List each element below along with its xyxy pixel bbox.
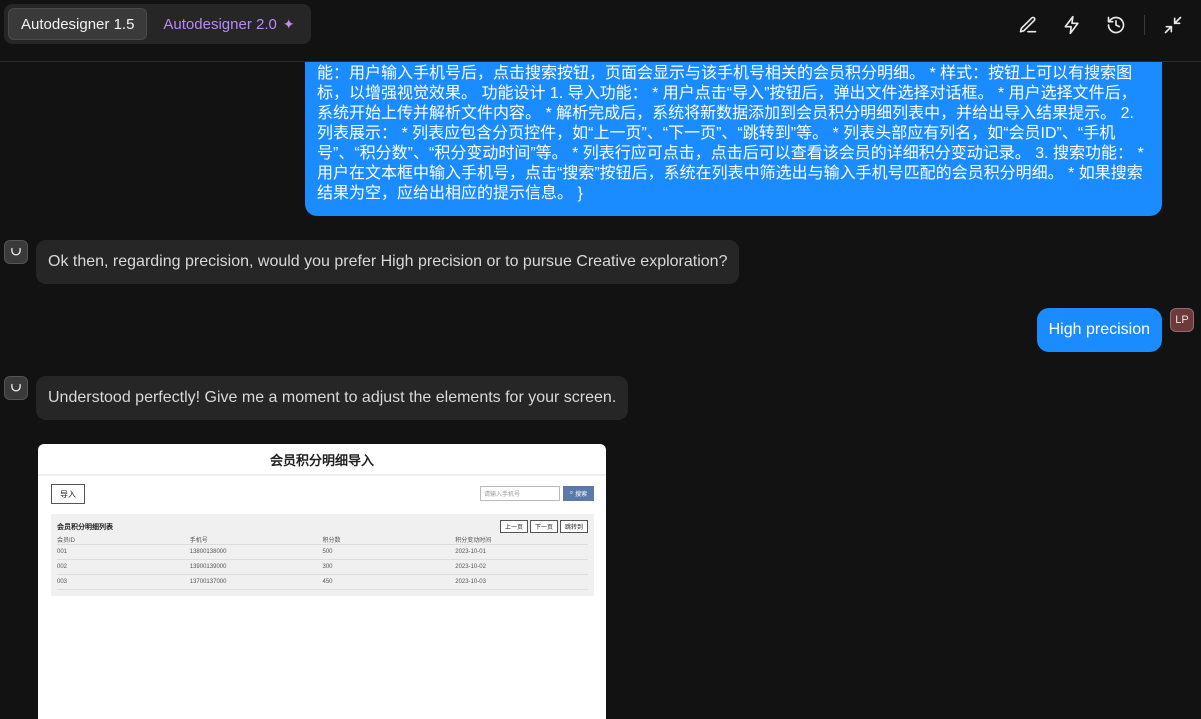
- search-icon: ⌕: [569, 490, 574, 496]
- table-cell: 2023-10-03: [455, 579, 486, 585]
- search-input: 请输入手机号: [480, 486, 560, 501]
- preview-toolbar: 导入 请输入手机号 ⌕ 搜索: [51, 484, 594, 504]
- user-avatar: LP: [1170, 308, 1194, 332]
- bot-avatar: [4, 240, 28, 264]
- table-cell: 2023-10-02: [455, 564, 486, 570]
- collapse-icon[interactable]: [1155, 8, 1191, 42]
- bot-avatar: [4, 376, 28, 400]
- preview-list: 会员积分明细列表 上一页 下一页 跳转到 会员ID 手机号 积分数 积分变动时间…: [51, 514, 594, 596]
- search-label: 搜索: [575, 492, 588, 498]
- user-message: High precision: [1036, 308, 1162, 352]
- table-cell: 2023-10-01: [455, 549, 486, 555]
- column-header: 手机号: [189, 538, 208, 544]
- chat-area: 能：用户输入手机号后，点击搜索按钮，页面会显示与该手机号相关的会员积分明细。 *…: [0, 62, 1201, 719]
- table-cell: 003: [57, 579, 68, 585]
- history-icon[interactable]: [1098, 8, 1134, 42]
- table-row: 001 13800138000 500 2023-10-01: [57, 545, 588, 560]
- tab-autodesigner-2-0[interactable]: Autodesigner 2.0 ✦: [151, 8, 306, 40]
- table-cell: 13800138000: [189, 549, 227, 555]
- tab-label: Autodesigner 2.0: [163, 15, 277, 33]
- message-text: 能：用户输入手机号后，点击搜索按钮，页面会显示与该手机号相关的会员积分明细。 *…: [317, 65, 1144, 202]
- version-switcher: Autodesigner 1.5 Autodesigner 2.0 ✦: [4, 4, 311, 44]
- import-button: 导入: [51, 484, 85, 504]
- message-text: Understood perfectly! Give me a moment t…: [48, 389, 617, 406]
- ai-message: Understood perfectly! Give me a moment t…: [36, 376, 629, 420]
- bolt-icon[interactable]: [1054, 8, 1090, 42]
- user-message: 能：用户输入手机号后，点击搜索按钮，页面会显示与该手机号相关的会员积分明细。 *…: [305, 62, 1162, 216]
- top-bar: Autodesigner 1.5 Autodesigner 2.0 ✦: [0, 0, 1201, 62]
- table-cell: 500: [322, 549, 333, 555]
- pager: 上一页 下一页 跳转到: [499, 520, 588, 533]
- list-title: 会员积分明细列表: [57, 524, 113, 531]
- edit-icon[interactable]: [1010, 8, 1046, 42]
- design-preview[interactable]: 会员积分明细导入 导入 请输入手机号 ⌕ 搜索 会员积分明细列表 上一页 下一页…: [38, 444, 606, 719]
- preview-title: 会员积分明细导入: [38, 444, 606, 476]
- table-row: 002 13900139000 300 2023-10-02: [57, 560, 588, 575]
- column-header: 积分变动时间: [455, 538, 492, 544]
- table-header: 会员ID 手机号 积分数 积分变动时间: [57, 535, 588, 545]
- smile-icon: [11, 247, 21, 256]
- search-button: ⌕ 搜索: [563, 486, 594, 501]
- jump-to-button: 跳转到: [559, 520, 588, 533]
- message-text: Ok then, regarding precision, would you …: [48, 253, 728, 270]
- table-cell: 450: [322, 579, 333, 585]
- prev-page-button: 上一页: [499, 520, 528, 533]
- column-header: 积分数: [322, 538, 341, 544]
- table-cell: 13700137000: [189, 579, 227, 585]
- table-cell: 300: [322, 564, 333, 570]
- toolbar: [1010, 8, 1191, 42]
- table-cell: 13900139000: [189, 564, 227, 570]
- smile-icon: [11, 383, 21, 392]
- next-page-button: 下一页: [529, 520, 558, 533]
- tab-autodesigner-1-5[interactable]: Autodesigner 1.5: [8, 8, 148, 40]
- sparkle-icon: ✦: [282, 15, 295, 32]
- divider: [1144, 15, 1145, 35]
- table: 会员ID 手机号 积分数 积分变动时间 001 13800138000 500 …: [57, 535, 588, 590]
- table-row: 003 13700137000 450 2023-10-03: [57, 575, 588, 590]
- ai-message: Ok then, regarding precision, would you …: [36, 240, 740, 284]
- column-header: 会员ID: [57, 538, 76, 544]
- table-cell: 002: [57, 564, 68, 570]
- message-text: High precision: [1048, 321, 1150, 338]
- table-cell: 001: [57, 549, 68, 555]
